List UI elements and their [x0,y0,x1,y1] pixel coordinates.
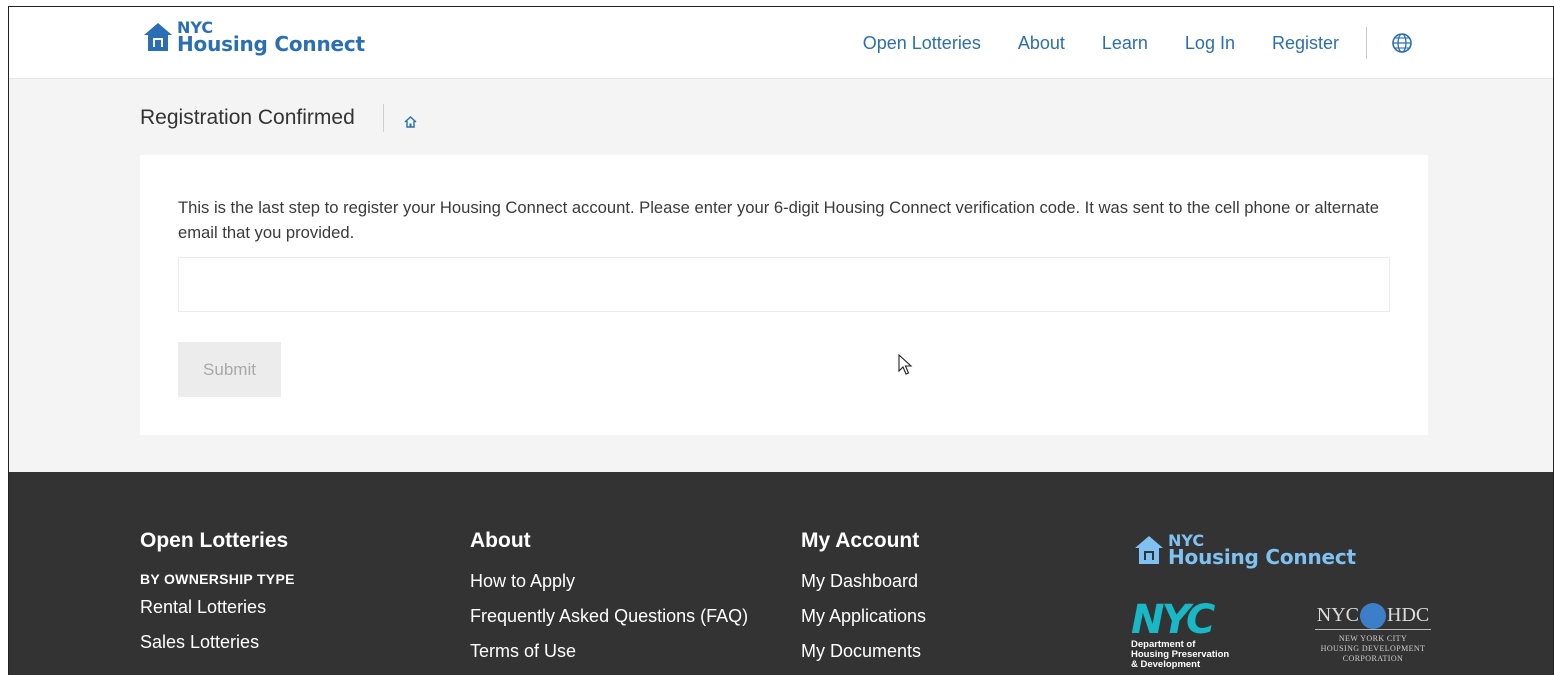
footer-subheading-ownership: BY OWNERSHIP TYPE [140,571,295,587]
browser-viewport: NYC Housing Connect Open Lotteries About… [8,6,1554,675]
hdc-text-line: NEW YORK CITY [1338,634,1408,644]
home-icon[interactable] [404,115,417,128]
footer-housing-connect-logo[interactable]: NYC Housing Connect [1134,532,1364,576]
hpd-logo-mark: NYC [1131,597,1215,643]
nav-about[interactable]: About [1018,33,1065,54]
house-logo-icon [144,23,172,51]
main-nav: Open Lotteries About Learn Log In Regist… [826,27,1413,59]
footer-link-my-documents[interactable]: My Documents [801,641,926,662]
house-logo-icon [1135,536,1163,564]
footer-open-lotteries: Open Lotteries BY OWNERSHIP TYPE Rental … [140,529,295,667]
footer-logo-line2: Housing Connect [1168,545,1356,569]
footer-heading-open-lotteries: Open Lotteries [140,529,289,552]
nav-register[interactable]: Register [1272,33,1339,54]
hdc-mark-right: HDC [1387,604,1430,626]
logo-line2: Housing Connect [177,32,365,56]
footer-heading-about: About [470,529,531,552]
globe-icon[interactable] [1391,32,1413,54]
nav-divider [1366,27,1367,59]
site-footer: Open Lotteries BY OWNERSHIP TYPE Rental … [9,472,1553,675]
footer-link-terms-of-use[interactable]: Terms of Use [470,641,748,662]
verification-card: This is the last step to register your H… [140,155,1428,435]
submit-button[interactable]: Submit [178,342,281,397]
hdc-mark-left: NYC [1316,604,1359,626]
breadcrumb-divider [382,104,384,132]
nav-log-in[interactable]: Log In [1185,33,1235,54]
footer-link-rental-lotteries[interactable]: Rental Lotteries [140,597,295,618]
footer-link-how-to-apply[interactable]: How to Apply [470,571,748,592]
hdc-text-line: HOUSING DEVELOPMENT [1320,644,1426,654]
hpd-logo[interactable]: NYC Department of Housing Preservation &… [1131,597,1271,675]
verification-instructions: This is the last step to register your H… [178,198,1379,242]
nav-learn[interactable]: Learn [1102,33,1148,54]
breadcrumb: Registration Confirmed [140,104,417,132]
housing-connect-logo[interactable]: NYC Housing Connect [143,19,373,65]
footer-link-my-applications[interactable]: My Applications [801,606,926,627]
page-title: Registration Confirmed [140,106,355,129]
footer-heading-my-account: My Account [801,529,920,552]
footer-about: About How to Apply Frequently Asked Ques… [470,529,748,675]
footer-link-my-dashboard[interactable]: My Dashboard [801,571,926,592]
mouse-cursor-icon [898,354,913,375]
hdc-seal-icon [1360,603,1386,630]
verification-code-input[interactable] [178,257,1390,312]
footer-my-account: My Account My Dashboard My Applications … [801,529,926,675]
hpd-text-line: & Development [1131,659,1201,670]
hdc-logo[interactable]: NYC HDC NEW YORK CITY HOUSING DEVELOPMENT… [1293,602,1453,675]
footer-link-sales-lotteries[interactable]: Sales Lotteries [140,632,295,653]
nav-open-lotteries[interactable]: Open Lotteries [863,33,981,54]
hdc-text-line: CORPORATION [1342,654,1404,664]
footer-link-faq[interactable]: Frequently Asked Questions (FAQ) [470,606,748,627]
site-header: NYC Housing Connect Open Lotteries About… [9,7,1553,79]
